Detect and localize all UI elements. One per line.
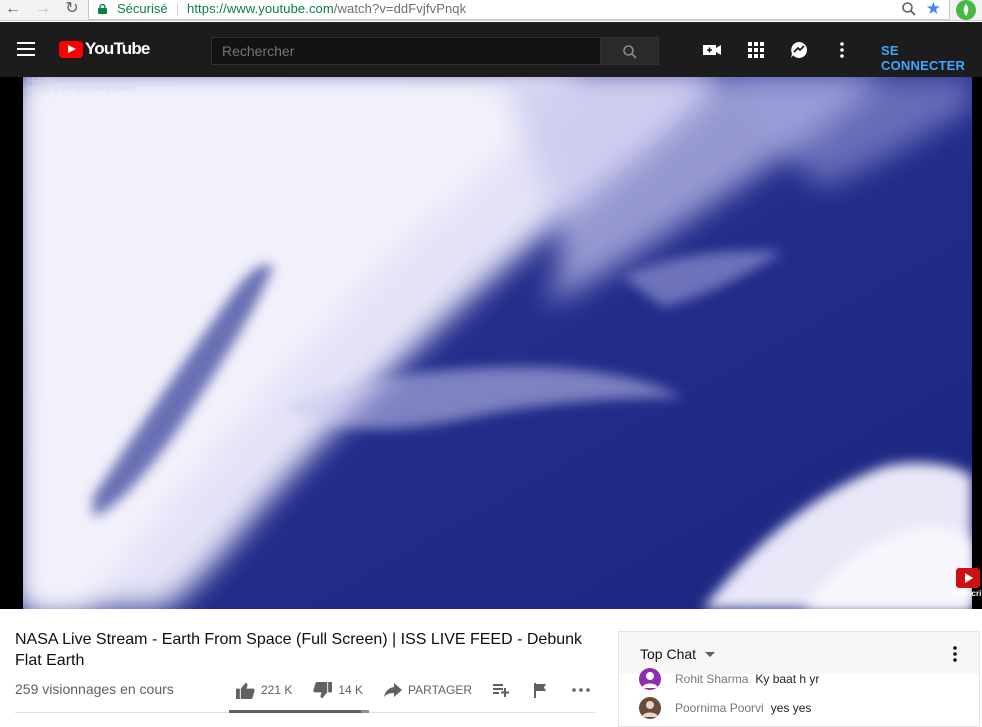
browser-toolbar: ← → ↻ Sécurisé https://www.youtube.com/w… — [0, 0, 982, 21]
video-player[interactable]: I-EARTH Brought to you by AmazingSpace2 … — [0, 77, 982, 609]
sign-in-button[interactable]: SE CONNECTER — [881, 43, 982, 73]
url-path: /watch?v=ddFvjfvPnqk — [333, 1, 467, 16]
video-actions: 221 K 14 K PARTAGER — [236, 680, 596, 700]
thumbs-up-icon — [236, 682, 255, 699]
chat-author[interactable]: Rohit Sharma — [675, 672, 748, 686]
chat-mode-dropdown[interactable]: Top Chat — [640, 646, 696, 662]
avatar-person-icon — [642, 672, 658, 688]
share-button[interactable]: PARTAGER — [384, 683, 472, 697]
youtube-wordmark: YouTube — [85, 39, 150, 58]
extension-glyph-icon — [963, 4, 969, 16]
chat-text: yes yes — [770, 701, 812, 715]
subscribe-watermark-button[interactable]: Subscribe — [950, 568, 982, 601]
playlist-add-icon — [493, 684, 510, 697]
extension-icon[interactable] — [956, 0, 976, 20]
flag-icon — [534, 682, 547, 698]
video-watermark: I-EARTH Brought to you by AmazingSpace2 — [27, 78, 134, 94]
chat-author[interactable]: Poornima Poorvi — [675, 701, 764, 715]
avatar[interactable] — [639, 697, 661, 719]
watermark-line1: I-EARTH — [27, 78, 55, 85]
share-arrow-icon — [384, 683, 403, 697]
reload-icon[interactable]: ↻ — [61, 0, 83, 21]
chat-more-vertical-icon[interactable] — [945, 644, 965, 664]
dislike-button[interactable]: 14 K — [313, 681, 364, 699]
live-chat-panel: Top Chat Rohit Sharma Ky baat h yr Poorn… — [618, 631, 980, 727]
chat-message: Poornima Poorvi yes yes — [639, 696, 811, 720]
like-dislike-sentiment-bar — [229, 710, 369, 713]
earth-from-space-video-image — [23, 77, 972, 609]
subscribe-label: Subscribe — [952, 589, 982, 598]
live-viewers-count: 259 visionnages en cours — [15, 681, 174, 697]
like-count: 221 K — [261, 683, 293, 697]
youtube-masthead: YouTube SE CONNECTER — [0, 22, 982, 77]
url-text[interactable]: https://www.youtube.com/watch?v=ddFvjfvP… — [187, 1, 466, 17]
zoom-icon[interactable] — [901, 1, 917, 17]
dislike-count: 14 K — [338, 683, 364, 697]
search-icon — [623, 45, 637, 59]
omnibox-separator — [177, 3, 178, 16]
share-label: PARTAGER — [408, 683, 473, 697]
video-title: NASA Live Stream - Earth From Space (Ful… — [15, 631, 583, 669]
url-host: https://www.youtube.com — [187, 1, 334, 16]
add-to-playlist-button[interactable] — [493, 683, 516, 697]
search-input[interactable] — [211, 37, 601, 65]
bookmark-star-icon[interactable]: ★ — [926, 0, 941, 18]
more-vertical-icon[interactable] — [832, 40, 852, 60]
messages-icon[interactable] — [789, 40, 809, 60]
lock-icon — [98, 4, 107, 14]
chat-message: Rohit Sharma Ky baat h yr — [639, 667, 819, 691]
more-actions-button[interactable] — [572, 688, 596, 692]
like-button[interactable]: 221 K — [236, 682, 292, 699]
search-button[interactable] — [600, 37, 659, 65]
forward-arrow-icon[interactable]: → — [32, 0, 54, 21]
report-button[interactable] — [534, 682, 554, 698]
like-ratio-fill — [229, 710, 361, 713]
chat-scrollbar[interactable] — [965, 674, 979, 726]
hamburger-menu-icon[interactable] — [17, 42, 35, 56]
avatar-person-icon — [642, 701, 658, 717]
avatar[interactable] — [639, 668, 661, 690]
upload-video-icon[interactable] — [702, 40, 722, 60]
chat-text: Ky baat h yr — [755, 672, 820, 686]
chevron-down-icon[interactable] — [705, 652, 715, 657]
youtube-play-logo-icon — [59, 40, 83, 58]
more-horizontal-icon — [572, 688, 590, 692]
secure-label: Sécurisé — [117, 1, 168, 16]
subscribe-play-icon — [956, 568, 980, 588]
youtube-logo[interactable]: YouTube — [59, 39, 150, 59]
apps-grid-icon[interactable] — [746, 40, 766, 60]
address-bar[interactable]: Sécurisé https://www.youtube.com/watch?v… — [88, 0, 950, 20]
watermark-line2: Brought to you by AmazingSpace2 — [27, 86, 135, 93]
thumbs-down-icon — [313, 681, 333, 698]
video-frame[interactable]: I-EARTH Brought to you by AmazingSpace2 — [23, 77, 972, 609]
back-arrow-icon[interactable]: ← — [2, 0, 24, 21]
